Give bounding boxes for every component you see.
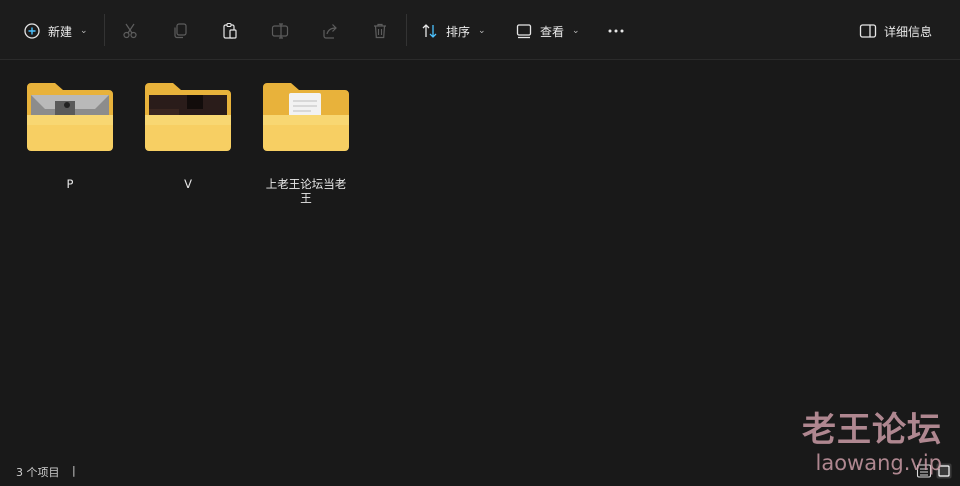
- rename-button[interactable]: [270, 16, 290, 46]
- folder-name: V: [184, 177, 192, 191]
- chevron-down-icon: ⌄: [572, 26, 580, 36]
- copy-button[interactable]: [170, 16, 190, 46]
- command-bar: 新建 ⌄ 排序 ⌄ 查看 ⌄ 详细信息: [0, 0, 960, 60]
- rename-icon: [271, 23, 289, 39]
- chevron-down-icon: ⌄: [478, 26, 486, 36]
- copy-icon: [174, 23, 187, 39]
- view-button-label: 查看: [540, 24, 565, 39]
- sort-button[interactable]: 排序 ⌄: [420, 16, 486, 46]
- status-separator: |: [72, 464, 76, 477]
- folder-item-laowang[interactable]: 上老王论坛当老王: [256, 79, 356, 205]
- watermark-title: 老王论坛: [802, 410, 942, 450]
- folder-item-p[interactable]: P: [20, 79, 120, 191]
- sort-arrows-icon: [422, 24, 437, 38]
- watermark-domain: laowang.vip: [815, 451, 942, 475]
- folder-icon: [145, 83, 231, 151]
- folder-icon: [27, 83, 113, 151]
- paste-button[interactable]: [220, 16, 240, 46]
- details-pane-button[interactable]: 详细信息: [858, 16, 932, 46]
- new-button[interactable]: 新建 ⌄: [22, 16, 88, 46]
- view-button[interactable]: 查看 ⌄: [514, 16, 580, 46]
- share-icon: [323, 24, 337, 39]
- view-icon: [516, 24, 532, 39]
- details-pane-label: 详细信息: [884, 24, 933, 39]
- more-options-button[interactable]: [606, 16, 626, 46]
- sort-button-label: 排序: [446, 24, 471, 39]
- watermark: 老王论坛 laowang.vip: [802, 410, 942, 476]
- file-explorer-window: 新建 ⌄ 排序 ⌄ 查看 ⌄ 详细信息 P V 上老王论坛当老王 3 个项目 |…: [0, 0, 960, 486]
- more-dots-icon: [608, 29, 624, 33]
- scissors-icon: [123, 23, 137, 39]
- item-count: 3 个项目: [16, 466, 60, 479]
- folder-name: 上老王论坛当老王: [265, 177, 347, 205]
- cut-button[interactable]: [120, 16, 140, 46]
- new-button-label: 新建: [48, 24, 73, 39]
- toolbar-divider: [406, 14, 407, 46]
- share-button[interactable]: [320, 16, 340, 46]
- toolbar-divider: [104, 14, 105, 46]
- delete-button[interactable]: [370, 16, 390, 46]
- details-pane-icon: [859, 24, 877, 38]
- plus-circle-icon: [24, 23, 40, 39]
- file-list-area: P V 上老王论坛当老王: [0, 61, 960, 456]
- clipboard-icon: [223, 22, 237, 39]
- folder-name: P: [66, 177, 74, 191]
- chevron-down-icon: ⌄: [80, 26, 88, 36]
- trash-icon: [374, 23, 386, 39]
- folder-icon: [263, 83, 349, 151]
- folder-item-v[interactable]: V: [138, 79, 238, 191]
